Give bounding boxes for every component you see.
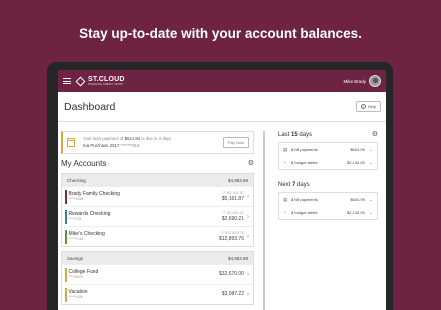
notice-masked: *******913 <box>120 142 140 148</box>
chevron-down-icon: ⌄ <box>368 196 373 203</box>
activity-settings-gear-icon[interactable]: ⚙ <box>372 131 378 138</box>
logo-diamond-icon <box>75 76 86 86</box>
chevron-right-icon: › <box>247 213 249 220</box>
chevron-right-icon: › <box>247 271 249 278</box>
help-icon: ? <box>360 104 366 109</box>
activity-column: Last 15 days ⚙ ▤ 2 bill payments $604.99… <box>278 131 378 226</box>
account-color-bar <box>65 209 67 224</box>
last-bill-payments-row[interactable]: ▤ 2 bill payments $604.99 ⌄ <box>283 143 373 156</box>
brand-logo[interactable]: ST.CLOUD FINANCIAL CREDIT UNION <box>75 75 125 86</box>
account-row[interactable]: Mike's Checking *****1746 ⓐ $12,893.76 $… <box>62 226 253 246</box>
menu-icon[interactable] <box>63 78 71 84</box>
page-title: Dashboard <box>64 100 116 113</box>
notice-prefix: Your loan payment of <box>83 136 124 142</box>
account-color-bar <box>65 287 67 302</box>
account-row[interactable]: College Fund *****8003 $32,670.00 › <box>62 264 253 284</box>
checking-total: $4,982.59 <box>227 177 248 183</box>
promo-headline: Stay up-to-date with your account balanc… <box>79 26 362 41</box>
chevron-down-icon: ⌄ <box>368 159 373 166</box>
account-row[interactable]: Vacation *****1928 $3,087.22 › <box>62 284 253 304</box>
account-number: *****4258 <box>68 197 84 202</box>
bill-icon: ▤ <box>283 196 288 202</box>
my-accounts-title: My Accounts <box>61 159 107 168</box>
accounts-column: Your loan payment of $521.84 is due in 3… <box>61 131 254 309</box>
account-row[interactable]: Brady Family Checking *****4258 ⓐ $5,161… <box>62 186 253 206</box>
next-days-box: ▤ 2 bill payments $604.99 ⌄ ◔ 2 budget a… <box>278 192 378 220</box>
account-color-bar <box>65 229 67 244</box>
account-number: *****1746 <box>68 237 84 242</box>
notice-account: Kia Purchase 2017 <box>83 142 120 148</box>
account-color-bar <box>65 267 67 282</box>
notice-suffix: is due in 3 days <box>141 136 172 142</box>
current-balance: $32,670.00 <box>218 271 244 278</box>
scrollbar[interactable] <box>263 131 265 310</box>
account-color-bar <box>65 189 67 204</box>
avatar[interactable] <box>369 75 381 87</box>
checking-header[interactable]: Checking $4,982.59 <box>62 174 253 186</box>
account-number: *****478 <box>68 217 82 222</box>
help-button[interactable]: ? Help <box>355 101 381 112</box>
budget-icon: ◔ <box>283 210 286 215</box>
help-label: Help <box>367 104 376 109</box>
chevron-down-icon: ⌄ <box>368 146 373 153</box>
next-days-title: Next 7 days <box>278 182 310 188</box>
notice-amount: $521.84 <box>124 136 141 142</box>
bill-icon: ▤ <box>283 146 288 152</box>
savings-group: Savings $4,982.59 College Fund *****8003… <box>61 251 254 305</box>
app-screen: ST.CLOUD FINANCIAL CREDIT UNION Mike Bra… <box>58 70 386 310</box>
savings-label: Savings <box>67 255 84 261</box>
account-number: *****1928 <box>68 295 84 300</box>
last-budget-alerts-row[interactable]: ◔ 2 budget alerts $2,130.00 ⌄ <box>283 156 373 169</box>
page-header: Dashboard ? Help <box>58 92 386 122</box>
loan-payment-notice: Your loan payment of $521.84 is due in 3… <box>61 131 254 154</box>
brand-subtitle: FINANCIAL CREDIT UNION <box>88 82 123 86</box>
top-bar: ST.CLOUD FINANCIAL CREDIT UNION Mike Bra… <box>58 70 386 92</box>
checking-label: Checking <box>67 177 86 183</box>
current-balance: $3,087.22 <box>221 291 244 298</box>
tablet-frame: ST.CLOUD FINANCIAL CREDIT UNION Mike Bra… <box>47 62 393 310</box>
savings-header[interactable]: Savings $4,982.59 <box>62 252 253 264</box>
current-balance: $5,161.87 <box>221 195 244 202</box>
current-balance: $2,690.21 <box>221 215 244 222</box>
budget-icon: ◔ <box>283 160 286 165</box>
last-days-title: Last 15 days <box>278 131 313 138</box>
last-days-box: ▤ 2 bill payments $604.99 ⌄ ◔ 2 budget a… <box>278 142 378 170</box>
savings-total: $4,982.59 <box>227 255 248 261</box>
user-name[interactable]: Mike Brady <box>343 79 366 84</box>
checking-group: Checking $4,982.59 Brady Family Checking… <box>61 173 254 247</box>
account-number: *****8003 <box>68 275 84 280</box>
next-bill-payments-row[interactable]: ▤ 2 bill payments $604.99 ⌄ <box>283 193 373 206</box>
accounts-settings-gear-icon[interactable]: ⚙ <box>248 160 254 167</box>
chevron-down-icon: ⌄ <box>368 209 373 216</box>
calendar-icon <box>67 138 75 147</box>
pay-now-button[interactable]: Pay Now <box>222 137 249 148</box>
chevron-right-icon: › <box>247 291 249 298</box>
next-budget-alerts-row[interactable]: ◔ 2 budget alerts $2,130.00 ⌄ <box>283 206 373 219</box>
brand-name: ST.CLOUD <box>88 75 125 83</box>
chevron-right-icon: › <box>247 233 249 240</box>
account-row[interactable]: Rewards Checking *****478 ⓐ $2,690.21 $2… <box>62 206 253 226</box>
chevron-right-icon: › <box>247 193 249 200</box>
current-balance: $12,893.76 <box>218 235 244 242</box>
